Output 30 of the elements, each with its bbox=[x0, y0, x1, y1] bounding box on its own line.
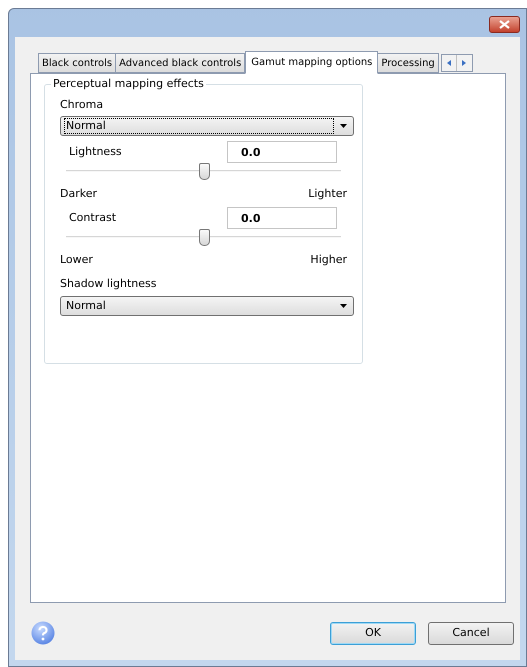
right-arrow-icon bbox=[461, 59, 468, 67]
value-field[interactable]: 0.0 bbox=[227, 141, 337, 163]
close-button[interactable] bbox=[489, 16, 520, 32]
caret-icon bbox=[340, 304, 347, 308]
help-icon[interactable] bbox=[31, 621, 55, 645]
min-label: Lower bbox=[60, 252, 93, 268]
tab[interactable]: Black controls bbox=[38, 53, 116, 73]
dropdown[interactable]: Normal bbox=[60, 296, 354, 316]
slider-thumb[interactable] bbox=[198, 229, 210, 246]
tab[interactable]: Processing bbox=[377, 53, 439, 73]
dropdown[interactable]: Normal bbox=[60, 116, 354, 136]
tab[interactable]: Advanced black controls bbox=[115, 53, 246, 73]
group-title: Perceptual mapping effects bbox=[51, 76, 206, 92]
left-arrow-icon bbox=[446, 59, 452, 67]
max-label: Lighter bbox=[308, 186, 347, 202]
slider-label: Contrast bbox=[69, 210, 116, 226]
tab[interactable]: Gamut mapping options bbox=[245, 51, 378, 74]
slider-label: Lightness bbox=[69, 144, 122, 160]
slider-track[interactable] bbox=[66, 229, 341, 247]
shadow-lightness-label: Shadow lightness bbox=[60, 276, 158, 292]
dialog-button[interactable]: Cancel bbox=[428, 622, 514, 644]
min-label: Darker bbox=[60, 186, 98, 202]
value-field[interactable]: 0.0 bbox=[227, 207, 337, 229]
slider-track[interactable] bbox=[66, 163, 341, 181]
slider-thumb[interactable] bbox=[198, 163, 210, 180]
dialog-button[interactable]: OK bbox=[330, 622, 416, 644]
max-label: Higher bbox=[310, 252, 347, 268]
caret-icon bbox=[340, 124, 347, 128]
close-icon bbox=[499, 20, 510, 28]
chroma-label: Chroma bbox=[60, 97, 104, 113]
